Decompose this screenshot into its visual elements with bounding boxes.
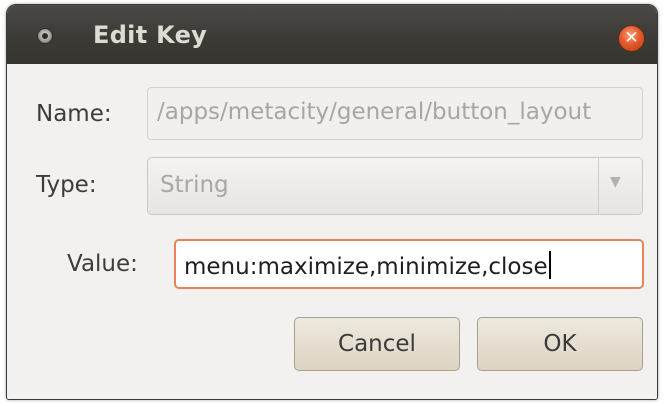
value-input-text: menu:maximize,minimize,close: [184, 254, 548, 280]
dialog-title: Edit Key: [93, 21, 208, 49]
type-label: Type:: [36, 172, 97, 198]
name-field: /apps/metacity/general/button_layout: [147, 87, 643, 140]
dialog-content: Name: /apps/metacity/general/button_layo…: [7, 64, 657, 399]
window-menu-icon[interactable]: [37, 28, 53, 44]
edit-key-dialog: Edit Key ✕ Name: /apps/metacity/general/…: [6, 4, 658, 400]
close-icon[interactable]: ✕: [618, 25, 645, 52]
title-bar[interactable]: Edit Key ✕: [7, 5, 657, 64]
dropdown-separator: [598, 158, 599, 214]
value-input[interactable]: menu:maximize,minimize,close: [174, 239, 644, 289]
text-cursor: [548, 251, 551, 279]
type-dropdown: String ▼: [147, 157, 643, 215]
type-dropdown-value: String: [160, 172, 229, 198]
value-label: Value:: [67, 251, 138, 277]
dropdown-arrow-icon: ▼: [610, 174, 621, 190]
name-label: Name:: [36, 101, 112, 127]
cancel-button[interactable]: Cancel: [294, 317, 460, 371]
ok-button[interactable]: OK: [477, 317, 643, 371]
